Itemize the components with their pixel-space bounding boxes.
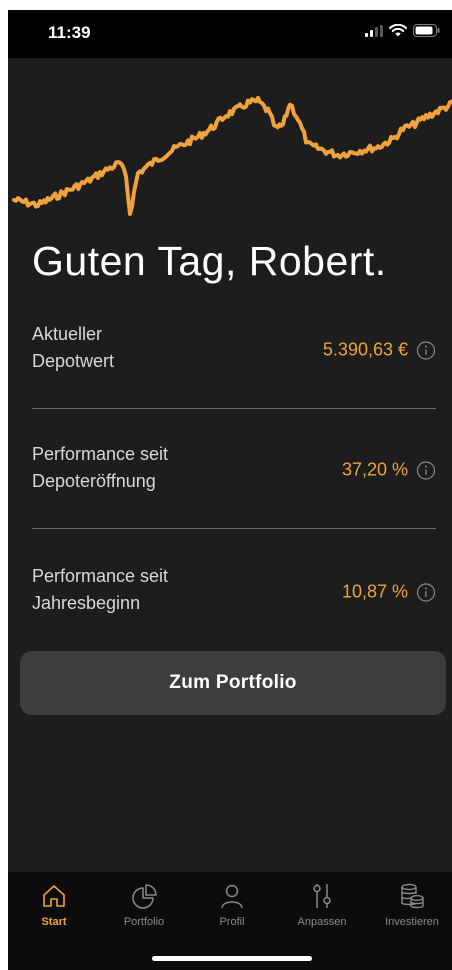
tab-label: Profil xyxy=(219,916,245,928)
to-portfolio-button[interactable]: Zum Portfolio xyxy=(20,651,446,715)
metric-depot-value: Aktueller Depotwert 5.390,63 € xyxy=(32,321,436,379)
metric-value-group: 37,20 % xyxy=(342,460,436,481)
tab-label: Anpassen xyxy=(297,916,347,928)
metric-label-line: Jahresbeginn xyxy=(32,593,141,613)
metric-label-line: Performance seit xyxy=(32,444,169,464)
tab-start[interactable]: Start xyxy=(14,882,94,928)
status-bar: 11:39 xyxy=(8,10,452,58)
tab-label: Start xyxy=(41,916,67,928)
performance-chart-line xyxy=(12,95,452,216)
metric-value: 37,20 % xyxy=(341,459,408,480)
home-icon xyxy=(43,885,65,907)
info-icon[interactable] xyxy=(416,340,436,360)
divider xyxy=(32,408,436,409)
metric-label: Aktueller Depotwert xyxy=(32,321,252,375)
person-icon xyxy=(221,884,243,909)
tab-label: Investieren xyxy=(385,916,439,928)
tab-invest[interactable]: Investieren xyxy=(372,882,452,928)
sliders-icon xyxy=(313,884,331,908)
metric-label-line: Aktueller xyxy=(32,324,103,344)
status-time: 11:39 xyxy=(48,23,91,42)
metric-value-group: 10,87 % xyxy=(342,582,436,603)
metric-label-line: Performance seit xyxy=(32,566,169,586)
metric-label: Performance seit Jahresbeginn xyxy=(32,563,252,617)
performance-chart xyxy=(12,95,452,216)
battery-icon xyxy=(413,24,440,37)
signal-icon xyxy=(365,24,383,37)
tab-adjust[interactable]: Anpassen xyxy=(282,882,362,928)
tab-portfolio[interactable]: Portfolio xyxy=(104,882,184,928)
metric-label: Performance seit Depoteröffnung xyxy=(32,441,252,495)
info-icon[interactable] xyxy=(416,582,436,602)
metric-label-line: Depoteröffnung xyxy=(32,471,156,491)
metric-performance-since-opening: Performance seit Depoteröffnung 37,20 % xyxy=(32,441,436,499)
metric-value: 5.390,63 € xyxy=(322,339,408,360)
pie-chart-icon xyxy=(132,884,157,909)
greeting-title: Guten Tag, Robert. xyxy=(32,238,387,284)
tab-bar: Start Portfolio Profil Anpassen Investie… xyxy=(8,872,452,970)
metric-value-group: 5.390,63 € xyxy=(323,340,436,361)
tab-profile[interactable]: Profil xyxy=(192,882,272,928)
wifi-icon xyxy=(389,24,407,37)
info-icon[interactable] xyxy=(416,460,436,480)
app-screen: 11:39 Guten Tag, Robert. Aktueller Depot… xyxy=(8,10,452,970)
metric-performance-since-year-start: Performance seit Jahresbeginn 10,87 % xyxy=(32,563,436,621)
divider xyxy=(32,528,436,529)
coins-icon xyxy=(401,883,424,909)
metric-label-line: Depotwert xyxy=(32,351,115,371)
metric-value: 10,87 % xyxy=(341,581,408,602)
home-indicator[interactable] xyxy=(152,956,312,961)
tab-label: Portfolio xyxy=(123,916,165,928)
status-icons xyxy=(365,24,440,37)
